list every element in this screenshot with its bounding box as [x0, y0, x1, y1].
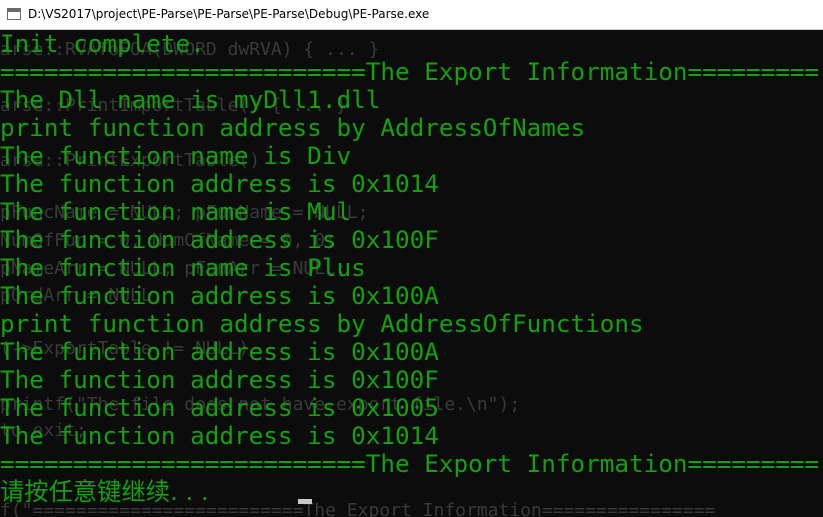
console-app-icon: [7, 8, 21, 20]
console-line: Init complete.: [0, 30, 205, 58]
press-any-key-prompt: 请按任意键继续. . .: [0, 477, 217, 506]
console-line: The function address is 0x100F: [0, 225, 439, 254]
console-line: The function address is 0x1014: [0, 421, 439, 450]
console-line: The function name is Div: [0, 141, 352, 170]
console-window: D:\VS2017\project\PE-Parse\PE-Parse\PE-P…: [0, 0, 823, 517]
console-line: print function address by AddressOfNames: [0, 113, 586, 142]
console-line: print function address by AddressOfFunct…: [0, 309, 644, 338]
console-line: =========================The Export Info…: [0, 449, 820, 478]
console-line: The Dll name is myDll1.dll: [0, 85, 381, 114]
console-line: The function address is 0x1005: [0, 393, 439, 422]
console-line: The function name is Mul: [0, 197, 352, 226]
console-line: The function address is 0x100A: [0, 281, 439, 310]
console-line: The function name is Plus: [0, 253, 366, 282]
console-line: The function address is 0x100F: [0, 365, 439, 394]
console-line: The function address is 0x1014: [0, 169, 439, 198]
title-bar[interactable]: D:\VS2017\project\PE-Parse\PE-Parse\PE-P…: [0, 0, 823, 30]
console-output-area[interactable]: arse::RVAToFOA(DWORD dwRVA) { ... } arse…: [0, 30, 823, 517]
text-cursor: [298, 499, 312, 504]
console-line: =========================The Export Info…: [0, 57, 820, 86]
window-title: D:\VS2017\project\PE-Parse\PE-Parse\PE-P…: [28, 7, 430, 21]
console-line: The function address is 0x100A: [0, 337, 439, 366]
